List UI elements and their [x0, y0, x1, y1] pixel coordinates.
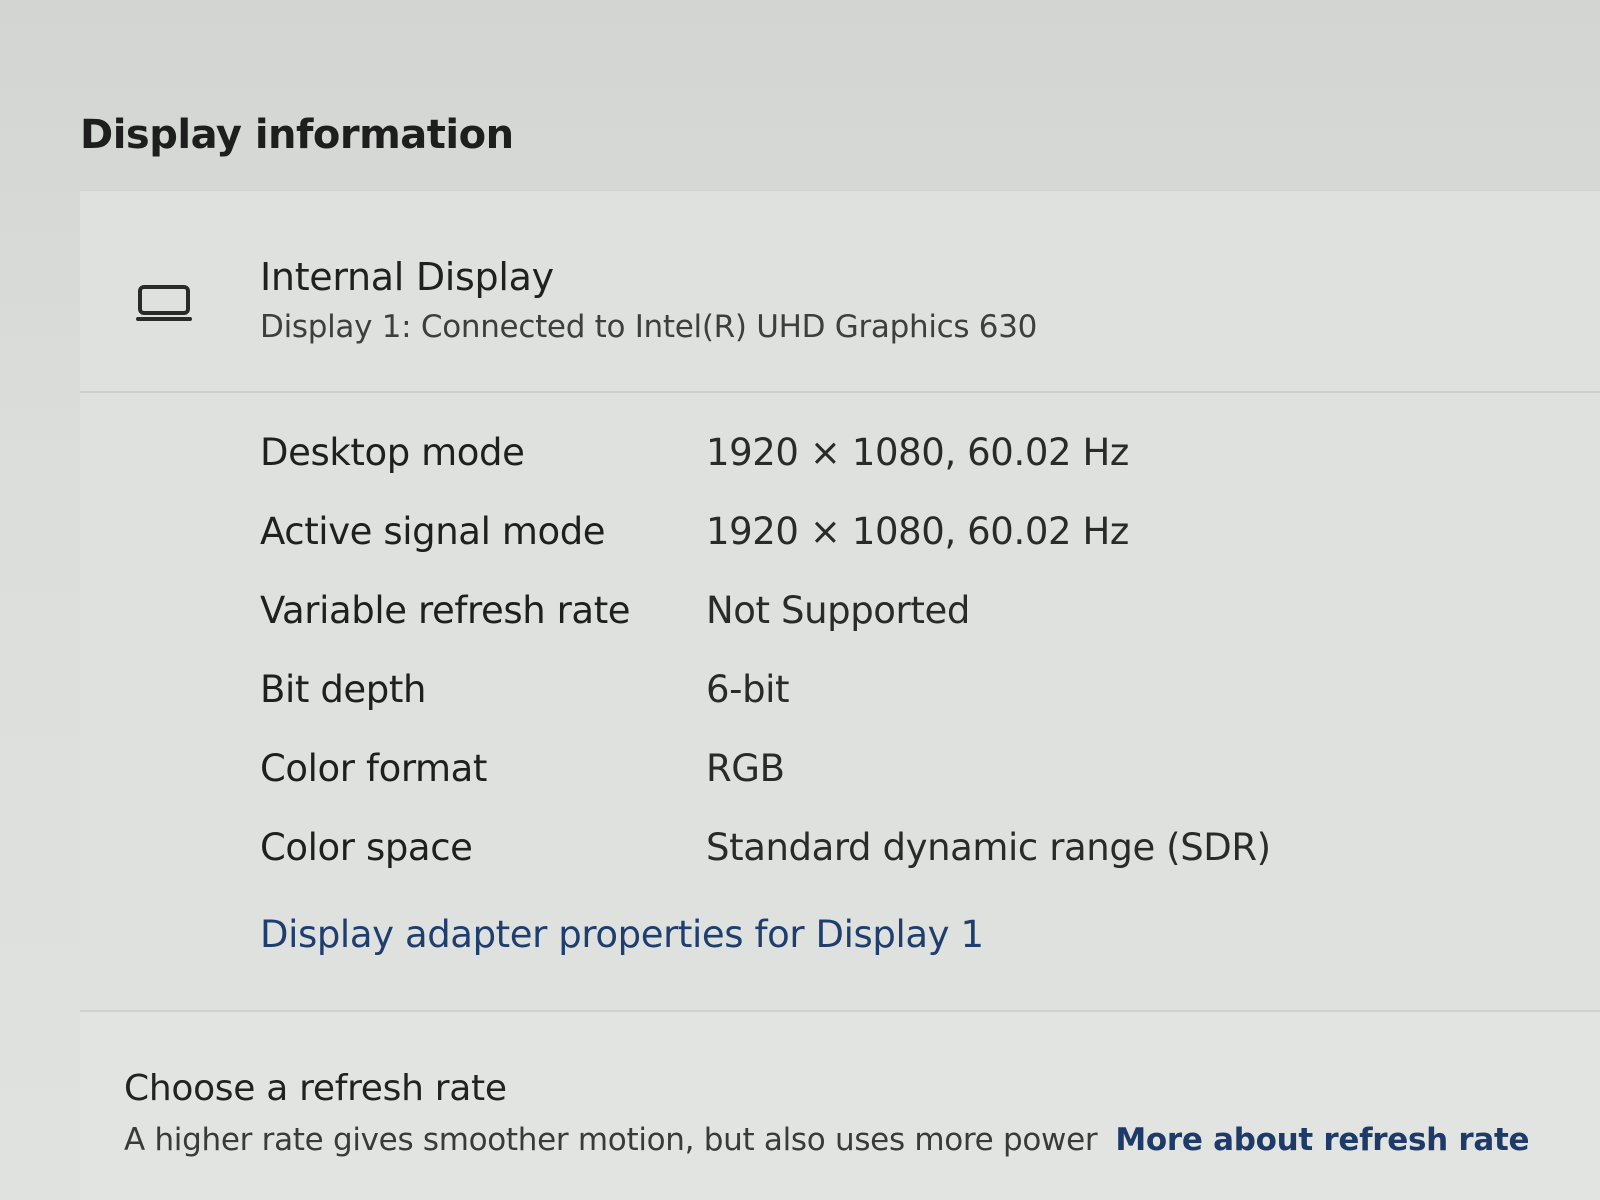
display-info-card: Internal Display Display 1: Connected to… — [80, 190, 1600, 996]
info-label: Bit depth — [260, 668, 427, 711]
display-info-table: Desktop mode 1920 × 1080, 60.02 Hz Activ… — [260, 431, 1460, 905]
info-label: Color format — [260, 747, 488, 790]
info-row-bit-depth: Bit depth 6-bit — [260, 668, 1460, 747]
info-value: 1920 × 1080, 60.02 Hz — [706, 431, 1129, 474]
settings-page: Display information Internal Display Dis… — [0, 0, 1600, 1200]
info-value: Not Supported — [706, 589, 970, 632]
display-header: Internal Display Display 1: Connected to… — [80, 191, 1600, 393]
info-value: 6-bit — [706, 668, 790, 711]
info-row-active-signal-mode: Active signal mode 1920 × 1080, 60.02 Hz — [260, 510, 1460, 589]
section-title: Display information — [80, 112, 514, 158]
refresh-rate-description: A higher rate gives smoother motion, but… — [124, 1120, 1594, 1160]
info-row-color-space: Color space Standard dynamic range (SDR) — [260, 826, 1460, 905]
info-value: Standard dynamic range (SDR) — [706, 826, 1271, 869]
info-row-variable-refresh-rate: Variable refresh rate Not Supported — [260, 589, 1460, 668]
refresh-rate-title: Choose a refresh rate — [124, 1068, 507, 1109]
info-label: Desktop mode — [260, 431, 525, 474]
info-row-color-format: Color format RGB — [260, 747, 1460, 826]
info-value: RGB — [706, 747, 785, 790]
info-value: 1920 × 1080, 60.02 Hz — [706, 510, 1129, 553]
info-label: Color space — [260, 826, 473, 869]
display-adapter-properties-link[interactable]: Display adapter properties for Display 1 — [260, 913, 984, 956]
refresh-rate-card: Choose a refresh rate A higher rate give… — [80, 1010, 1600, 1200]
more-about-refresh-rate-link[interactable]: More about refresh rate — [1115, 1122, 1529, 1158]
display-name: Internal Display — [260, 255, 554, 299]
info-label: Variable refresh rate — [260, 589, 631, 632]
info-row-desktop-mode: Desktop mode 1920 × 1080, 60.02 Hz — [260, 431, 1460, 510]
laptop-monitor-icon — [136, 285, 192, 321]
info-label: Active signal mode — [260, 510, 606, 553]
refresh-rate-description-text: A higher rate gives smoother motion, but… — [124, 1122, 1098, 1158]
display-connection: Display 1: Connected to Intel(R) UHD Gra… — [260, 309, 1038, 345]
